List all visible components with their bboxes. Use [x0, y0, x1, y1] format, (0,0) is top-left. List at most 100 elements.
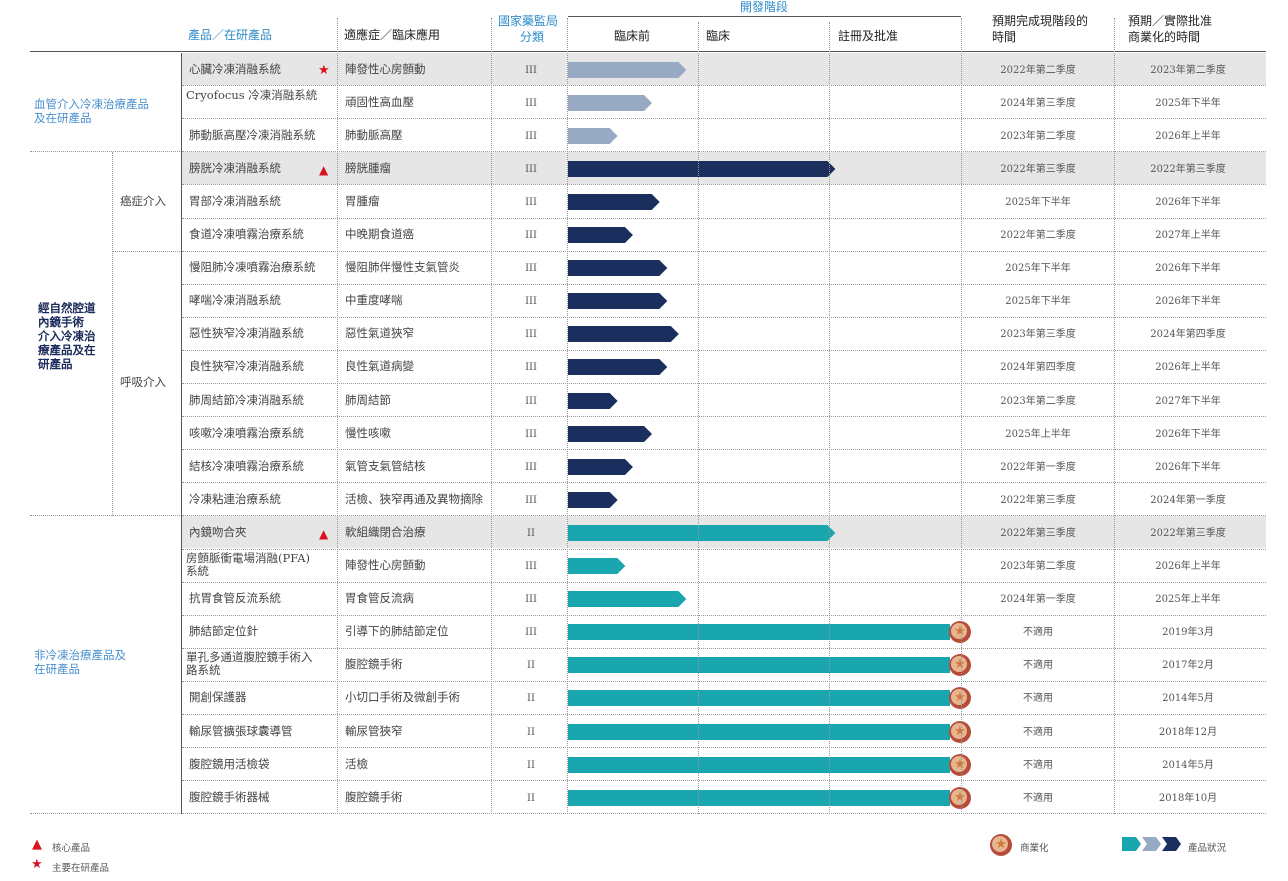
- product-name: 肺動脈高壓冷凍消融系統: [189, 127, 316, 142]
- progress-bar: [568, 359, 668, 376]
- expected-commercialization: 2026年上半年: [1155, 561, 1221, 573]
- nmpa-class: III: [525, 230, 537, 242]
- commercialized-badge-icon: ★: [949, 786, 971, 809]
- column-divider: [181, 53, 182, 815]
- product-name: 輸尿管擴張球囊導管: [189, 723, 293, 738]
- indication: 肺周結節: [345, 392, 391, 407]
- expected-commercialization: 2026年下半年: [1155, 196, 1221, 208]
- progress-bar-fill: [568, 193, 660, 210]
- group-separator: [30, 813, 1266, 815]
- column-divider: [829, 22, 830, 815]
- indication: 惡性氣道狹窄: [345, 326, 414, 341]
- expected-commercialization: 2025年上半年: [1155, 594, 1221, 606]
- row-separator: [182, 482, 1266, 484]
- product-name: 食道冷凍噴霧治療系統: [189, 227, 304, 242]
- nmpa-class: II: [527, 527, 535, 539]
- progress-bar: [568, 392, 618, 409]
- nmpa-class: III: [525, 428, 537, 440]
- subgroup-cancer: 癌症介入: [120, 194, 166, 208]
- expected-completion: 2023年第三季度: [1000, 329, 1076, 341]
- expected-commercialization: 2027年上半年: [1155, 230, 1221, 242]
- stage-preclinical: 臨床前: [614, 29, 651, 43]
- progress-bar: [568, 227, 633, 244]
- indication: 膀胱腫瘤: [345, 160, 391, 175]
- indication: 肺動脈高壓: [345, 127, 403, 142]
- row-separator: [182, 217, 1266, 219]
- product-name: 肺結節定位針: [189, 624, 258, 639]
- legend-core: 核心產品: [52, 843, 91, 854]
- column-divider: [491, 18, 492, 815]
- header-comm-2: 商業化的時間: [1128, 30, 1201, 44]
- legend-star-icon: ★: [31, 857, 43, 872]
- expected-completion: 2025年下半年: [1005, 196, 1071, 208]
- expected-commercialization: 2023年第二季度: [1150, 64, 1226, 76]
- legend-major: 主要在研產品: [52, 863, 110, 874]
- product-name: 內鏡吻合夾: [189, 524, 247, 539]
- header-rule: [30, 51, 1266, 52]
- nmpa-class: III: [525, 461, 537, 473]
- expected-completion: 2023年第二季度: [1000, 130, 1076, 142]
- expected-commercialization: 2026年下半年: [1155, 296, 1221, 308]
- row-separator: [182, 118, 1266, 120]
- group-vascular-line-2: 及在研產品: [34, 111, 92, 125]
- nmpa-class: III: [525, 329, 537, 341]
- product-name: 冷凍粘連治療系統: [189, 491, 281, 506]
- header-nmpa-2: 分類: [520, 30, 545, 44]
- progress-bar-fill: [568, 293, 668, 310]
- row-separator: [182, 383, 1266, 384]
- expected-completion: 2022年第二季度: [1000, 230, 1076, 242]
- nmpa-class: II: [527, 792, 535, 804]
- legend-status-icon: [1122, 837, 1181, 851]
- indication: 腹腔鏡手術: [345, 789, 403, 804]
- expected-completion: 2022年第三季度: [1000, 163, 1076, 175]
- indication: 小切口手術及微創手術: [345, 690, 460, 705]
- major-pipeline-star-icon: ★: [318, 62, 330, 78]
- product-name: 惡性狹窄冷凍消融系統: [189, 326, 304, 341]
- column-divider: [1114, 18, 1115, 815]
- product-name: Cryofocus 冷凍消融系統: [186, 87, 318, 102]
- product-name: 肺周結節冷凍消融系統: [189, 392, 304, 407]
- expected-commercialization: 2019年3月: [1162, 627, 1214, 639]
- progress-bar-fill: [568, 524, 836, 541]
- nmpa-class: III: [525, 263, 537, 275]
- expected-commercialization: 2014年5月: [1162, 693, 1214, 705]
- indication: 胃腫瘤: [345, 193, 380, 208]
- progress-bar: [568, 61, 687, 78]
- nmpa-class: III: [525, 627, 537, 639]
- nmpa-class: III: [525, 130, 537, 142]
- progress-bar: [568, 127, 618, 144]
- progress-bar-fill: [568, 359, 668, 376]
- legend-status: 產品狀況: [1188, 843, 1227, 854]
- expected-completion: 2025年下半年: [1005, 296, 1071, 308]
- progress-bar-fill: [568, 789, 950, 806]
- nmpa-class: III: [525, 97, 537, 109]
- progress-bar-fill: [568, 723, 950, 740]
- progress-bar-fill: [568, 491, 618, 508]
- progress-bar-fill: [568, 94, 653, 111]
- progress-bar-fill: [568, 160, 836, 177]
- progress-bar: [568, 756, 950, 773]
- nmpa-class: III: [525, 64, 537, 76]
- expected-completion: 不適用: [1023, 759, 1053, 771]
- legend-commercialized-icon: ★: [990, 834, 1012, 856]
- group-natural: 經自然腔道 內鏡手術 介入冷凍治 療產品及在 研產品: [38, 301, 96, 371]
- progress-bar: [568, 160, 836, 177]
- badge-star-icon: ★: [954, 723, 966, 739]
- expected-completion: 2022年第三季度: [1000, 494, 1076, 506]
- indication: 活檢: [345, 756, 368, 771]
- indication: 胃食管反流病: [345, 591, 414, 606]
- expected-commercialization: 2018年10月: [1158, 792, 1218, 804]
- group-vascular-line-1: 血管介入冷凍治療產品: [34, 97, 149, 111]
- expected-commercialization: 2027年下半年: [1155, 395, 1221, 407]
- header-nmpa-1: 國家藥監局: [498, 14, 559, 28]
- indication: 腹腔鏡手術: [345, 657, 403, 672]
- group-natural-line-1: 經自然腔道: [38, 301, 96, 315]
- expected-completion: 2023年第二季度: [1000, 395, 1076, 407]
- expected-completion: 2024年第四季度: [1000, 362, 1076, 374]
- badge-star-icon: ★: [954, 624, 966, 640]
- indication: 氣管支氣管結核: [345, 458, 426, 473]
- indication: 慢性咳嗽: [345, 425, 391, 440]
- badge-star-icon: ★: [954, 789, 966, 805]
- column-divider: [961, 18, 962, 815]
- expected-commercialization: 2026年下半年: [1155, 263, 1221, 275]
